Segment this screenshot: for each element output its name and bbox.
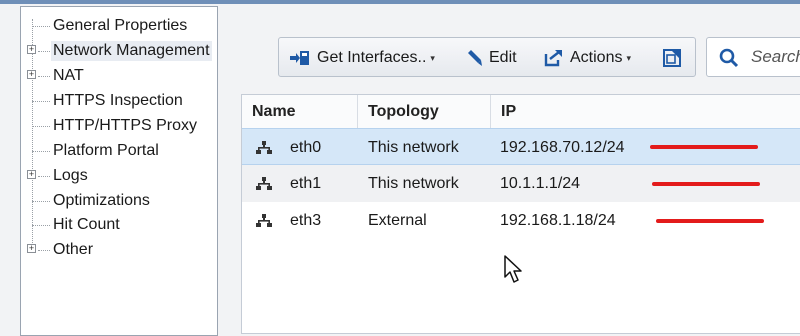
open-window-button[interactable] <box>662 46 688 70</box>
table-row[interactable]: eth1 This network 10.1.1.1/24 <box>242 165 800 202</box>
tree-item-hit-count[interactable]: Hit Count <box>21 213 217 237</box>
cell-name: eth3 <box>290 212 322 229</box>
tree-item-label: Logs <box>53 167 88 184</box>
column-header-name[interactable]: Name <box>242 95 357 128</box>
network-interface-icon <box>256 214 272 227</box>
mouse-cursor-icon <box>504 255 522 283</box>
tree-branch-line <box>32 101 50 102</box>
redaction-mark <box>656 219 764 223</box>
open-in-window-icon <box>663 48 681 67</box>
tree-item-platform-portal[interactable]: Platform Portal <box>21 139 217 163</box>
tree-branch-line <box>32 126 50 127</box>
tree-item-label: Network Management <box>51 41 212 61</box>
table-header: Name Topology IP <box>242 95 800 129</box>
chevron-down-icon: ▾ <box>430 53 435 63</box>
tree-branch-line <box>32 201 50 202</box>
interfaces-table: Name Topology IP eth0 This network 192.1… <box>241 94 800 334</box>
tree-item-label: HTTP/HTTPS Proxy <box>53 117 198 134</box>
get-interfaces-label: Get Interfaces.. <box>317 49 427 67</box>
tree-branch-line <box>38 176 50 177</box>
cell-ip: 10.1.1.1/24 <box>500 175 581 192</box>
redaction-mark <box>650 145 758 149</box>
pencil-icon <box>468 49 482 66</box>
tree-item-other[interactable]: + Other <box>21 238 217 262</box>
table-row[interactable]: eth0 This network 192.168.70.12/24 <box>242 128 800 165</box>
tree-item-http-https-proxy[interactable]: HTTP/HTTPS Proxy <box>21 114 217 138</box>
cell-topology: This network <box>368 139 459 156</box>
export-icon <box>544 50 562 67</box>
tree-item-label: Other <box>53 241 94 258</box>
tree-item-label: General Properties <box>53 17 188 34</box>
cell-name: eth0 <box>290 139 322 156</box>
redaction-mark <box>652 182 760 186</box>
tree-branch-line <box>38 76 50 77</box>
tree-branch-line <box>32 26 50 27</box>
cell-name: eth1 <box>290 175 322 192</box>
expand-icon[interactable]: + <box>27 170 36 179</box>
table-row[interactable]: eth3 External 192.168.1.18/24 <box>242 202 800 239</box>
column-header-ip[interactable]: IP <box>490 95 800 128</box>
network-interface-icon <box>256 141 272 154</box>
interfaces-toolbar: Get Interfaces.. ▾ Edit Actions ▾ <box>278 37 696 77</box>
tree-item-label: Hit Count <box>53 216 120 233</box>
tree-branch-line <box>38 250 50 251</box>
tree-item-nat[interactable]: + NAT <box>21 64 217 88</box>
tree-branch-line <box>38 51 50 52</box>
search-placeholder: Search <box>751 47 800 66</box>
get-interfaces-icon <box>290 51 309 65</box>
properties-tree: General Properties + Network Management … <box>20 6 218 336</box>
actions-label: Actions <box>570 49 623 67</box>
tree-branch-line <box>32 151 50 152</box>
tree-item-label: Optimizations <box>53 192 150 209</box>
tree-item-label: Platform Portal <box>53 142 159 159</box>
actions-button[interactable]: Actions ▾ <box>544 46 631 70</box>
tree-item-general-properties[interactable]: General Properties <box>21 14 217 38</box>
search-icon <box>719 48 739 68</box>
expand-icon[interactable]: + <box>27 244 36 253</box>
expand-icon[interactable]: + <box>27 45 36 54</box>
edit-label: Edit <box>489 49 517 66</box>
tree-item-label: HTTPS Inspection <box>53 92 183 109</box>
tree-item-https-inspection[interactable]: HTTPS Inspection <box>21 89 217 113</box>
window-top-strip <box>0 0 800 4</box>
tree-item-network-management[interactable]: + Network Management <box>21 39 217 63</box>
network-interface-icon <box>256 177 272 190</box>
cell-topology: External <box>368 212 427 229</box>
tree-item-logs[interactable]: + Logs <box>21 164 217 188</box>
cell-ip: 192.168.70.12/24 <box>500 139 625 156</box>
cell-topology: This network <box>368 175 459 192</box>
tree-item-optimizations[interactable]: Optimizations <box>21 189 217 213</box>
expand-icon[interactable]: + <box>27 70 36 79</box>
get-interfaces-button[interactable]: Get Interfaces.. ▾ <box>289 46 435 70</box>
chevron-down-icon: ▾ <box>626 53 631 63</box>
tree-branch-line <box>32 225 50 226</box>
search-input[interactable]: Search <box>706 37 800 77</box>
edit-button[interactable]: Edit <box>465 46 517 70</box>
column-header-topology[interactable]: Topology <box>357 95 490 128</box>
cell-ip: 192.168.1.18/24 <box>500 212 616 229</box>
tree-item-label: NAT <box>53 67 84 84</box>
